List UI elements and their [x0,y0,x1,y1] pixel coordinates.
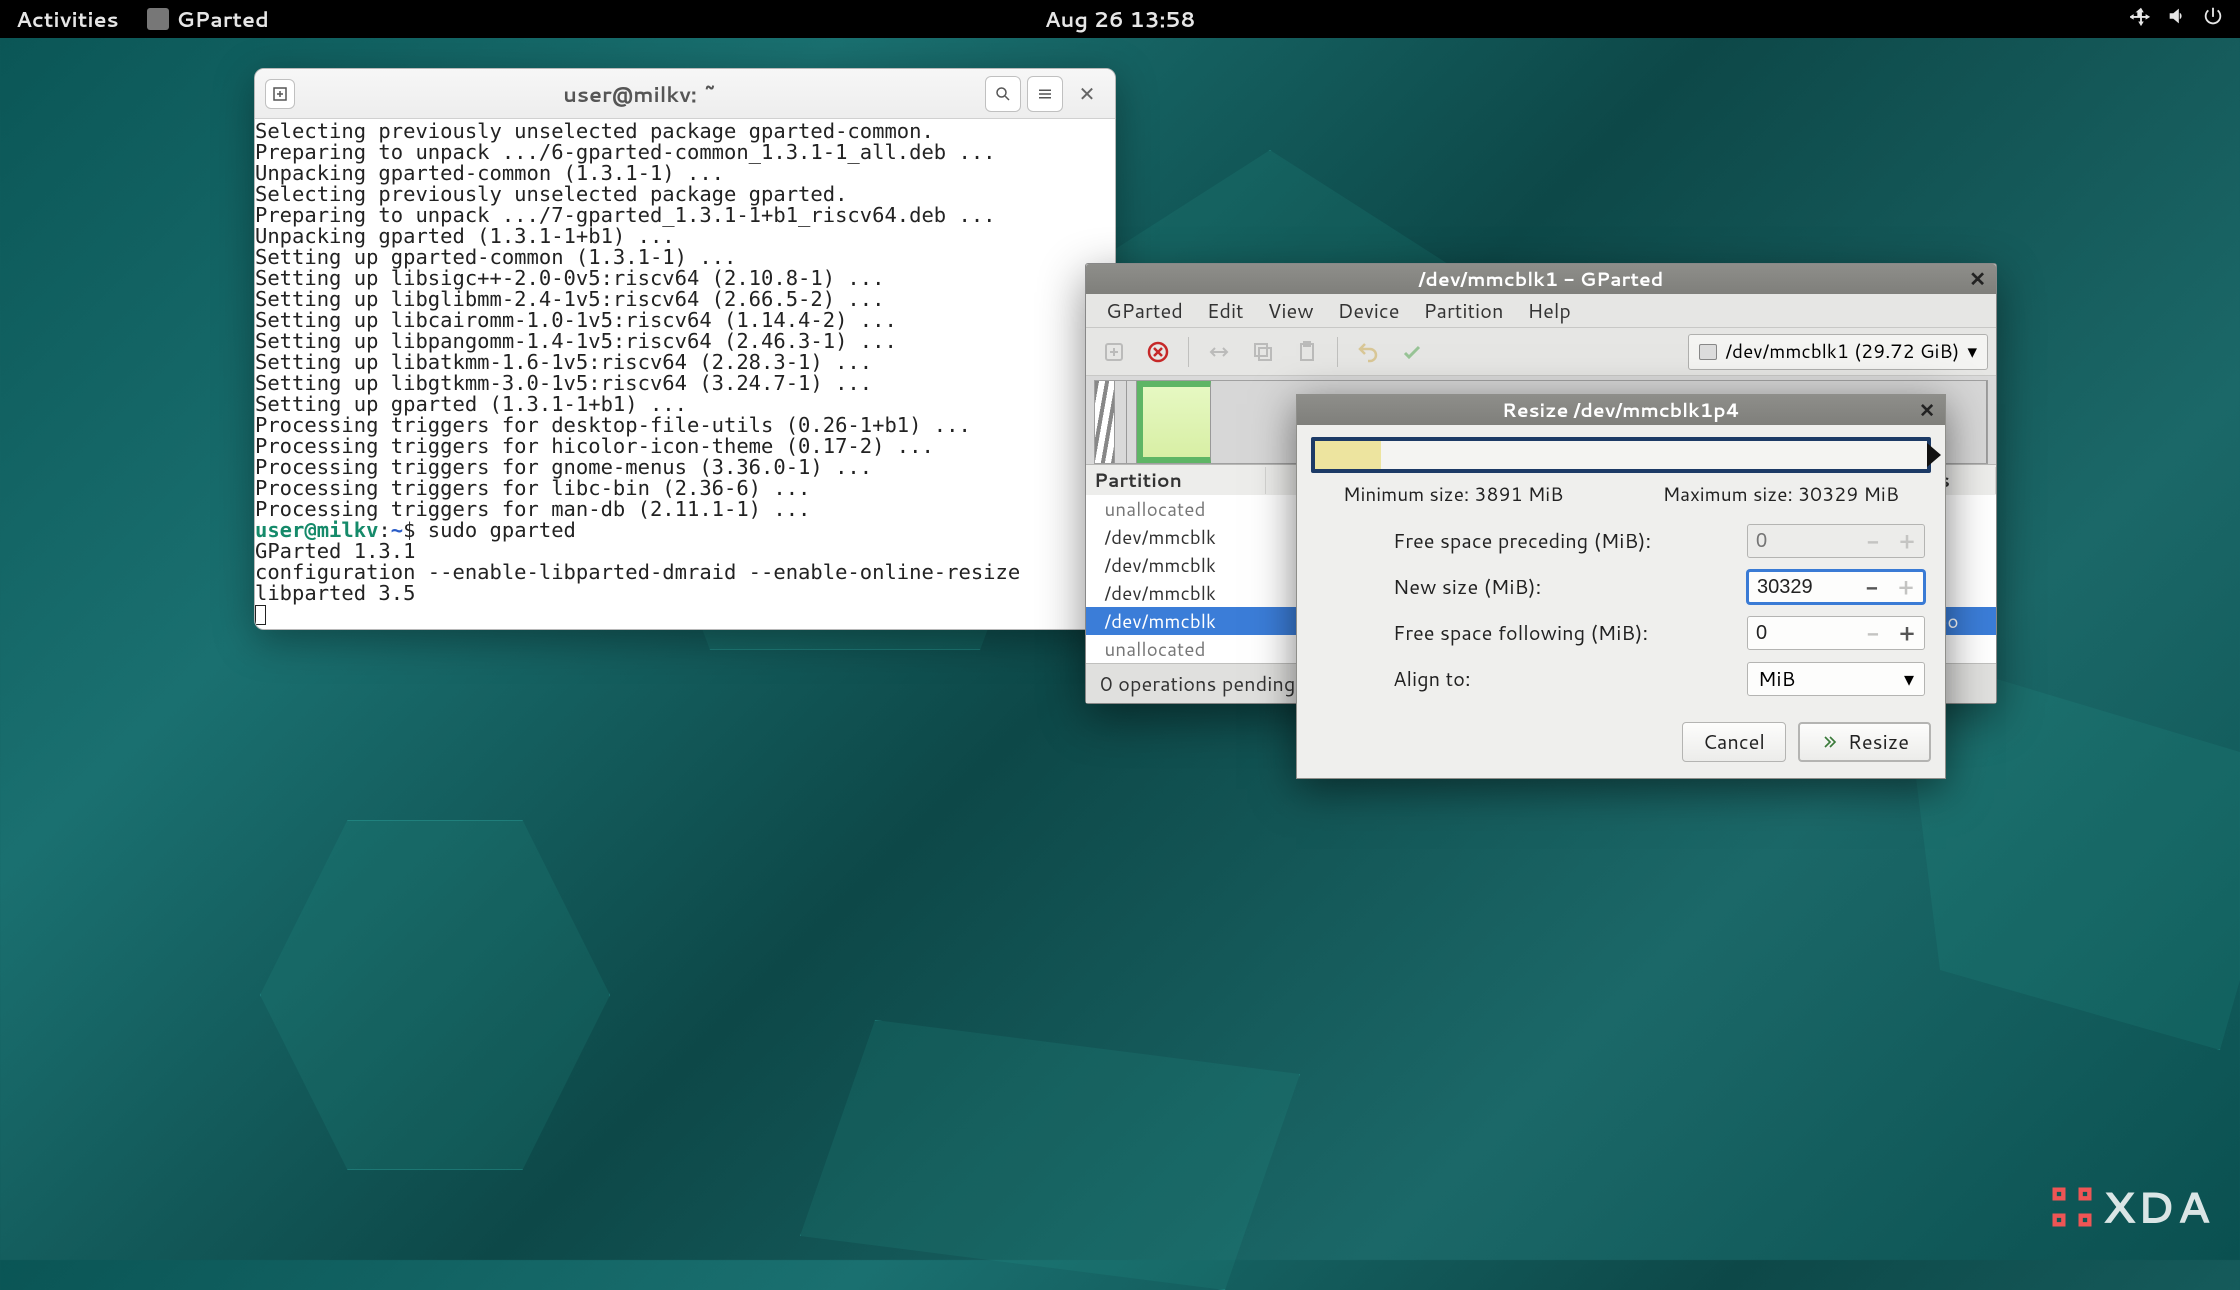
delete-partition-button[interactable] [1138,332,1178,372]
active-app-indicator[interactable]: GParted [147,4,269,34]
minus-icon: − [1856,526,1890,557]
gparted-close-button[interactable]: ✕ [1969,265,1986,293]
align-to-value: MiB [1758,665,1795,693]
search-button[interactable] [985,76,1021,112]
plus-icon: + [1890,526,1924,557]
device-selector-label: /dev/mmcblk1 (29.72 GiB) [1725,338,1959,365]
align-to-label: Align to: [1317,665,1747,693]
network-icon[interactable] [2130,4,2152,34]
new-size-input[interactable] [1749,576,1855,599]
activities-button[interactable]: Activities [16,4,119,34]
active-app-name: GParted [177,4,269,34]
new-tab-button[interactable] [265,79,295,109]
resize-move-button[interactable] [1199,332,1239,372]
copy-partition-button[interactable] [1243,332,1283,372]
diskmap-p1 [1115,381,1127,463]
part-name: /dev/mmcblk [1086,552,1266,579]
volume-icon[interactable] [2166,4,2188,34]
menu-edit[interactable]: Edit [1197,293,1254,329]
status-text: 0 operations pending [1100,670,1295,698]
align-to-combo[interactable]: MiB ▾ [1747,662,1925,696]
free-following-label: Free space following (MiB): [1317,619,1747,647]
gparted-titlebar: /dev/mmcblk1 - GParted ✕ [1086,264,1996,294]
terminal-output[interactable]: Selecting previously unselected package … [255,119,1115,629]
part-name: /dev/mmcblk [1086,608,1266,635]
apply-arrow-icon [1820,732,1840,752]
gparted-toolbar: /dev/mmcblk1 (29.72 GiB) ▾ [1086,328,1996,376]
resize-used-fill [1315,441,1381,469]
xda-watermark: XDA [2046,1176,2212,1238]
menu-device[interactable]: Device [1328,293,1410,329]
part-name: unallocated [1086,496,1266,523]
hamburger-menu-button[interactable] [1027,76,1063,112]
cancel-button[interactable]: Cancel [1682,722,1786,762]
resize-dialog: Resize /dev/mmcblk1p4 ✕ Minimum size: 38… [1296,394,1946,779]
new-size-label: New size (MiB): [1317,573,1747,601]
gparted-menubar: GPartedEditViewDevicePartitionHelp [1086,294,1996,328]
terminal-close-button[interactable]: ✕ [1069,76,1105,112]
part-name: /dev/mmcblk [1086,580,1266,607]
menu-help[interactable]: Help [1517,293,1580,329]
resize-button[interactable]: Resize [1798,722,1931,762]
diskmap-unallocated [1095,381,1115,463]
apply-button[interactable] [1392,332,1432,372]
gnome-topbar: Activities GParted Aug 26 13:58 [0,0,2240,38]
col-partition[interactable]: Partition [1086,467,1266,494]
minus-icon: − [1856,618,1890,649]
drive-icon [1699,344,1717,360]
resize-visual-bar[interactable] [1311,437,1931,473]
plus-icon[interactable]: + [1890,618,1924,649]
minus-icon[interactable]: − [1855,572,1889,603]
part-name: /dev/mmcblk [1086,524,1266,551]
gparted-icon [147,8,169,30]
chevron-down-icon: ▾ [1967,338,1977,365]
terminal-window: user@milkv: ~ ✕ Selecting previously uns… [254,68,1116,630]
resize-dialog-titlebar: Resize /dev/mmcblk1p4 ✕ [1297,395,1945,425]
undo-button[interactable] [1348,332,1388,372]
new-size-spinbox[interactable]: − + [1747,570,1925,604]
free-preceding-input [1748,530,1856,553]
resize-drag-handle[interactable] [1927,443,1941,467]
resize-dialog-close-button[interactable]: ✕ [1919,397,1935,424]
device-selector[interactable]: /dev/mmcblk1 (29.72 GiB) ▾ [1688,334,1988,370]
menu-partition[interactable]: Partition [1413,293,1513,329]
resize-dialog-title: Resize /dev/mmcblk1p4 [1502,397,1740,424]
free-following-input[interactable] [1748,622,1856,645]
power-icon[interactable] [2202,4,2224,34]
part-name: unallocated [1086,636,1266,663]
min-size-label: Minimum size: 3891 MiB [1343,481,1563,508]
free-preceding-label: Free space preceding (MiB): [1317,527,1747,555]
terminal-title: user@milkv: ~ [295,79,985,109]
max-size-label: Maximum size: 30329 MiB [1663,481,1899,508]
clock[interactable]: Aug 26 13:58 [1045,4,1196,34]
free-preceding-spinbox[interactable]: − + [1747,524,1925,558]
paste-partition-button[interactable] [1287,332,1327,372]
terminal-titlebar: user@milkv: ~ ✕ [255,69,1115,119]
menu-view[interactable]: View [1258,293,1324,329]
diskmap-p3 [1137,381,1211,463]
menu-gparted[interactable]: GParted [1096,293,1193,329]
gparted-title: /dev/mmcblk1 - GParted [1419,266,1664,293]
diskmap-p2 [1127,381,1137,463]
new-partition-button[interactable] [1094,332,1134,372]
free-following-spinbox[interactable]: − + [1747,616,1925,650]
plus-icon: + [1889,572,1923,603]
chevron-down-icon: ▾ [1904,665,1914,693]
gparted-window: /dev/mmcblk1 - GParted ✕ GPartedEditView… [1085,263,1997,704]
